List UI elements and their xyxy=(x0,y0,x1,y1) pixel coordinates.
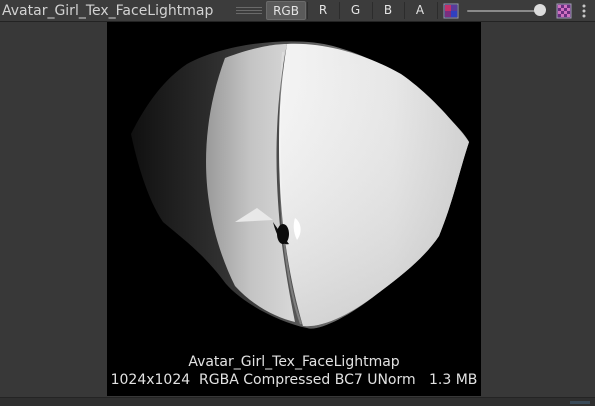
channel-b-button[interactable]: B xyxy=(373,1,403,20)
color-mode-icon[interactable] xyxy=(443,3,459,19)
texture-name-label: Avatar_Girl_Tex_FaceLightmap xyxy=(188,354,400,370)
mip-slider-thumb[interactable] xyxy=(533,4,546,16)
channel-a-button[interactable]: A xyxy=(405,1,435,20)
bottom-status-bar xyxy=(0,397,595,406)
texture-title: Avatar_Girl_Tex_FaceLightmap xyxy=(2,3,214,19)
preview-viewport: Avatar_Girl_Tex_FaceLightmap 1024x1024 R… xyxy=(0,22,595,397)
drag-handle-icon[interactable] xyxy=(236,7,262,15)
channel-g-button[interactable]: G xyxy=(340,1,371,20)
divider xyxy=(437,2,438,19)
texture-preview-image[interactable] xyxy=(107,22,481,396)
checker-background-icon[interactable] xyxy=(556,3,572,19)
channel-r-button[interactable]: R xyxy=(308,1,338,20)
channel-rgb-button[interactable]: RGB xyxy=(266,1,306,20)
texture-preview-window: Avatar_Girl_Tex_FaceLightmap RGB R G B A xyxy=(0,0,595,406)
mip-slider-track[interactable] xyxy=(467,10,543,12)
status-indicator xyxy=(570,401,590,404)
more-options-icon[interactable] xyxy=(580,3,588,19)
preview-toolbar: Avatar_Girl_Tex_FaceLightmap RGB R G B A xyxy=(0,0,595,22)
texture-details-label: 1024x1024 RGBA Compressed BC7 UNorm 1.3 … xyxy=(110,372,478,388)
